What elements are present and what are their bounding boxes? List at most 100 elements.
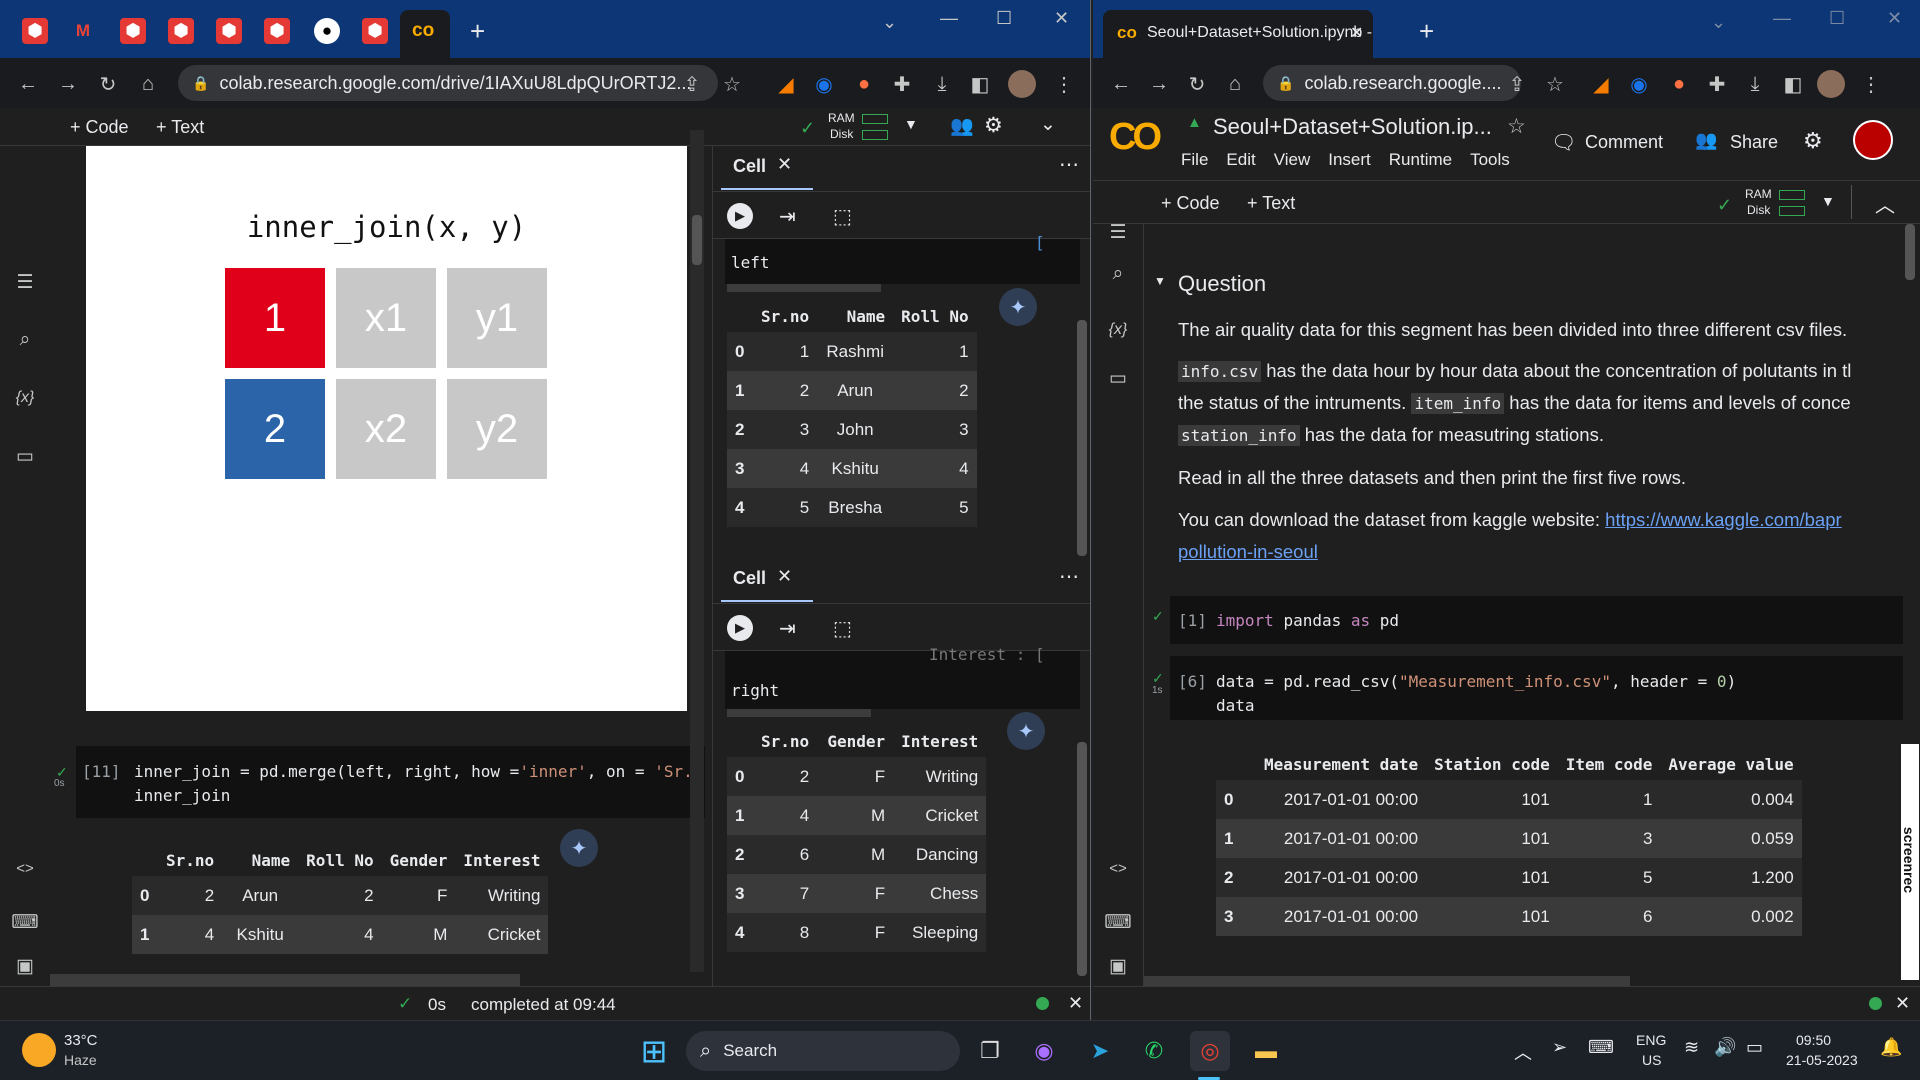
notebook-scrollbar-thumb[interactable] <box>1905 224 1915 280</box>
runtime-dropdown-icon[interactable]: ▼ <box>904 116 918 132</box>
bookmark-star-icon[interactable]: ☆ <box>1541 70 1569 98</box>
users-icon[interactable]: 👥 <box>950 114 974 138</box>
tab-search-icon[interactable]: ⌄ <box>1711 12 1726 33</box>
comment-button[interactable]: Comment <box>1585 132 1663 153</box>
terminal-icon[interactable]: ▣ <box>11 952 39 980</box>
gmail-tab-icon[interactable]: M <box>70 18 96 44</box>
taskbar-search-box[interactable]: ⌕ Search <box>686 1031 960 1071</box>
code-cell-1[interactable]: [1] import pandas as pd <box>1170 596 1908 644</box>
minimize-button[interactable]: — <box>940 8 958 29</box>
tab-search-icon[interactable]: ⌄ <box>882 12 897 33</box>
side-panel-icon[interactable]: ◧ <box>966 70 994 98</box>
magic-wand-icon[interactable]: ✦ <box>560 829 598 867</box>
side-panel-icon[interactable]: ◧ <box>1779 70 1807 98</box>
pdf-tab-icon[interactable]: ⬢ <box>168 18 194 44</box>
browser-menu-icon[interactable]: ⋮ <box>1050 70 1078 98</box>
weather-desc[interactable]: Haze <box>64 1052 97 1068</box>
add-code-button[interactable]: + Code <box>70 117 129 138</box>
tab-close-icon[interactable]: ✕ <box>1350 23 1363 43</box>
variables-icon[interactable]: {x} <box>11 384 39 412</box>
weather-temp[interactable]: 33°C <box>64 1032 98 1049</box>
clock-time[interactable]: 09:50 <box>1796 1032 1831 1048</box>
toc-icon[interactable]: ☰ <box>11 268 39 296</box>
add-text-button[interactable]: + Text <box>1247 193 1295 214</box>
reload-icon[interactable]: ↻ <box>1183 70 1211 98</box>
battery-icon[interactable]: ▭ <box>1746 1037 1763 1058</box>
panel-1-run-button[interactable]: ▶ <box>727 203 753 229</box>
extension-icon[interactable]: ◉ <box>1625 70 1653 98</box>
maximize-button[interactable]: ☐ <box>1829 8 1845 29</box>
settings-gear-icon[interactable]: ⚙ <box>984 113 1003 138</box>
github-tab-icon[interactable]: ● <box>314 18 340 44</box>
tray-send-icon[interactable]: ➢ <box>1552 1037 1567 1058</box>
extension-icon[interactable]: ◢ <box>1587 70 1615 98</box>
settings-gear-icon[interactable]: ⚙ <box>1803 128 1823 154</box>
ram-bar[interactable] <box>862 114 888 124</box>
active-colab-tab[interactable]: co <box>400 10 450 58</box>
share-page-icon[interactable]: ⇪ <box>678 70 706 98</box>
language-label[interactable]: ENG <box>1636 1032 1666 1048</box>
panel-2-hscroll[interactable] <box>727 709 871 717</box>
profile-avatar[interactable] <box>1008 70 1036 98</box>
start-windows-icon[interactable]: ⊞ <box>634 1031 674 1071</box>
panel-1-close-icon[interactable]: ✕ <box>777 154 792 175</box>
magic-wand-icon[interactable]: ✦ <box>999 288 1037 326</box>
runtime-dropdown-icon[interactable]: ▼ <box>1821 193 1835 209</box>
wifi-icon[interactable]: ≋ <box>1684 1037 1699 1058</box>
panel-2-move-icon[interactable]: ⇥ <box>779 616 796 641</box>
minimize-button[interactable]: — <box>1773 8 1791 29</box>
share-page-icon[interactable]: ⇪ <box>1503 70 1531 98</box>
volume-icon[interactable]: 🔊 <box>1714 1037 1736 1058</box>
weather-sun-icon[interactable] <box>22 1033 56 1067</box>
new-tab-button[interactable]: + <box>1419 16 1434 47</box>
menu-item-view[interactable]: View <box>1274 150 1311 170</box>
command-palette-icon[interactable]: ⌨ <box>11 908 39 936</box>
menu-item-runtime[interactable]: Runtime <box>1389 150 1452 170</box>
toc-icon[interactable]: ☰ <box>1104 218 1132 246</box>
disk-bar[interactable] <box>1779 206 1805 216</box>
menu-item-insert[interactable]: Insert <box>1328 150 1371 170</box>
pdf-tab-icon[interactable]: ⬢ <box>362 18 388 44</box>
extension-icon[interactable]: ● <box>1665 70 1693 98</box>
panel-2-more-icon[interactable]: ⋯ <box>1059 564 1079 589</box>
pdf-tab-icon[interactable]: ⬢ <box>216 18 242 44</box>
github-desktop-icon[interactable]: ◉ <box>1024 1031 1064 1071</box>
account-avatar[interactable] <box>1853 120 1893 160</box>
code-cell-11[interactable]: [11] inner_join = pd.merge(left, right, … <box>76 746 705 818</box>
colab-logo[interactable]: CO <box>1109 116 1162 159</box>
kaggle-link-continued[interactable]: pollution-in-seoul <box>1178 541 1318 562</box>
address-bar[interactable]: 🔒 colab.research.google.... <box>1263 65 1521 101</box>
code-snippets-icon[interactable]: <> <box>11 854 39 882</box>
download-icon[interactable]: ⤓ <box>1741 70 1769 98</box>
share-users-icon[interactable]: 👥 <box>1695 130 1717 151</box>
files-folder-icon[interactable]: ▭ <box>11 442 39 470</box>
notifications-icon[interactable]: 🔔 <box>1880 1037 1902 1058</box>
command-palette-icon[interactable]: ⌨ <box>1104 908 1132 936</box>
extensions-puzzle-icon[interactable]: ✚ <box>1703 70 1731 98</box>
close-window-button[interactable]: ✕ <box>1054 8 1069 29</box>
extensions-puzzle-icon[interactable]: ✚ <box>888 70 916 98</box>
maximize-button[interactable]: ☐ <box>996 8 1012 29</box>
status-close-icon[interactable]: ✕ <box>1068 993 1083 1014</box>
search-icon[interactable]: ⌕ <box>1104 260 1132 288</box>
panel-1-copy-icon[interactable]: ⬚ <box>833 204 852 229</box>
code-cell-6[interactable]: [6] data = pd.read_csv("Measurement_info… <box>1170 656 1908 720</box>
section-collapse-icon[interactable]: ▼ <box>1154 274 1166 288</box>
files-folder-icon[interactable]: ▭ <box>1104 364 1132 392</box>
home-icon[interactable]: ⌂ <box>134 70 162 98</box>
panel-1-hscroll[interactable] <box>727 284 881 292</box>
menu-item-file[interactable]: File <box>1181 150 1208 170</box>
panel-1-code-cell[interactable]: [ left <box>725 233 1080 284</box>
forward-icon[interactable]: → <box>54 70 82 98</box>
notebook-scrollbar-thumb[interactable] <box>692 215 702 265</box>
variables-icon[interactable]: {x} <box>1104 316 1132 344</box>
whatsapp-icon[interactable]: ✆ <box>1134 1031 1174 1071</box>
comment-icon[interactable]: 🗨 <box>1551 130 1576 155</box>
panel-1-scrollbar[interactable] <box>1077 320 1087 556</box>
star-icon[interactable]: ☆ <box>1507 114 1526 139</box>
back-icon[interactable]: ← <box>14 70 42 98</box>
horizontal-scrollbar[interactable] <box>1144 976 1630 986</box>
menu-item-tools[interactable]: Tools <box>1470 150 1510 170</box>
file-explorer-icon[interactable]: ▬ <box>1246 1031 1286 1071</box>
share-button[interactable]: Share <box>1730 132 1778 153</box>
